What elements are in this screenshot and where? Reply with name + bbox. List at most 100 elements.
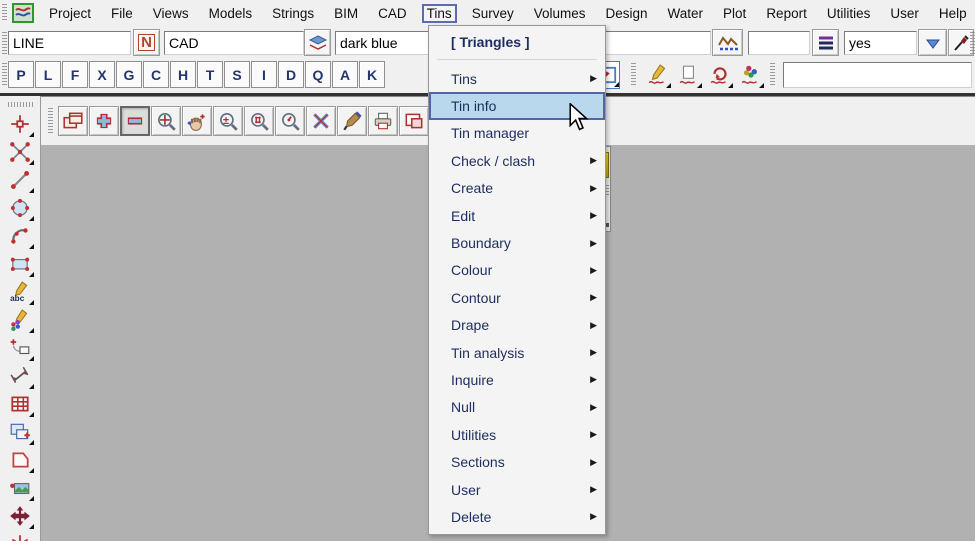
function-key-button[interactable]: C [143, 61, 169, 88]
function-key-button[interactable]: F [62, 61, 88, 88]
tin-picker-button[interactable] [712, 29, 743, 56]
tins-menu-item[interactable]: User ▶ [429, 476, 605, 503]
line-button[interactable] [6, 166, 34, 194]
menubar-item[interactable]: Water [663, 4, 709, 23]
function-key-button[interactable]: A [332, 61, 358, 88]
menubar-item[interactable]: Plot [718, 4, 751, 23]
menubar-item[interactable]: Report [761, 4, 812, 23]
function-key-button[interactable]: H [170, 61, 196, 88]
point-snap-button[interactable] [6, 110, 34, 138]
menubar-item[interactable]: Utilities [822, 4, 876, 23]
draw-string-button[interactable] [644, 61, 671, 89]
copy-window-button[interactable] [399, 106, 429, 136]
function-key-button[interactable]: X [89, 61, 115, 88]
model-input[interactable] [164, 31, 304, 55]
function-key-button[interactable]: K [359, 61, 385, 88]
toolbar-grip[interactable] [8, 102, 34, 107]
views-button[interactable] [58, 106, 88, 136]
fit-view-button[interactable] [151, 106, 181, 136]
tins-menu-item[interactable]: Contour ▶ [429, 284, 605, 311]
point-star-button[interactable] [6, 530, 34, 541]
rectangle-button[interactable] [6, 250, 34, 278]
move-view-button[interactable] [6, 502, 34, 530]
toolbar-grip[interactable] [770, 63, 775, 87]
tins-menu-item[interactable]: Check / clash ▶ [429, 147, 605, 174]
copy-view-button[interactable] [6, 418, 34, 446]
recalc-string-button[interactable] [706, 61, 733, 89]
add-view-button[interactable] [89, 106, 119, 136]
linestyle-picker-button[interactable] [812, 29, 839, 56]
toolbar-grip[interactable] [2, 4, 7, 22]
shrink-view-button[interactable] [120, 106, 150, 136]
tins-menu-item[interactable]: Boundary ▶ [429, 229, 605, 256]
tins-menu-item[interactable]: Null ▶ [429, 394, 605, 421]
function-key-button[interactable]: L [35, 61, 61, 88]
grid-button[interactable] [6, 390, 34, 418]
menubar-item[interactable]: BIM [329, 4, 363, 23]
circle-button[interactable] [6, 194, 34, 222]
tins-menu-item[interactable]: Inquire ▶ [429, 366, 605, 393]
redraw-view-button[interactable] [306, 106, 336, 136]
function-key-button[interactable]: S [224, 61, 250, 88]
menubar-item[interactable]: Survey [467, 4, 519, 23]
menubar-item[interactable]: Project [44, 4, 96, 23]
arc-button[interactable] [6, 222, 34, 250]
zoom-view-button[interactable]: ± [213, 106, 243, 136]
tins-menu-item[interactable]: Sections ▶ [429, 448, 605, 475]
menubar-item[interactable]: Help [934, 4, 972, 23]
menubar-item[interactable]: Strings [267, 4, 319, 23]
tins-menu-item[interactable]: Utilities ▶ [429, 421, 605, 448]
toolbar-grip[interactable] [631, 63, 636, 87]
menubar-item[interactable]: CAD [373, 4, 412, 23]
tins-menu-item[interactable]: Edit ▶ [429, 202, 605, 229]
symbol-button[interactable] [6, 306, 34, 334]
text-icon: abc [10, 281, 28, 303]
menubar-item[interactable]: Volumes [529, 4, 591, 23]
linestyle-input[interactable] [748, 31, 810, 55]
tins-menu-item[interactable]: Create ▶ [429, 175, 605, 202]
tins-menu-item[interactable]: Tins ▶ [429, 65, 605, 92]
text-button[interactable]: abc [6, 278, 34, 306]
toolbar-grip[interactable] [2, 63, 7, 85]
name-input[interactable] [8, 31, 131, 55]
toggle-dropdown-button[interactable] [918, 29, 947, 56]
menubar-item[interactable]: Tins [421, 3, 457, 23]
tins-menu-item[interactable]: Drape ▶ [429, 312, 605, 339]
image-button[interactable] [6, 474, 34, 502]
create-point-button[interactable] [6, 334, 34, 362]
menubar-item[interactable]: File [106, 4, 138, 23]
function-key-button[interactable]: P [8, 61, 34, 88]
cleanup-view-button[interactable] [337, 106, 367, 136]
tin-input[interactable] [603, 31, 711, 55]
tins-menu-item[interactable]: Delete ▶ [429, 503, 605, 530]
toolbar-grip[interactable] [970, 32, 975, 54]
zoom-extent-button[interactable] [244, 106, 274, 136]
plot-view-button[interactable] [368, 106, 398, 136]
toggle-input[interactable] [844, 31, 917, 55]
tins-menu-item[interactable]: Tin analysis ▶ [429, 339, 605, 366]
name-picker-button[interactable]: N [133, 29, 160, 56]
menubar-item[interactable]: Views [148, 4, 194, 23]
command-input[interactable] [783, 62, 972, 88]
menubar-item[interactable]: User [885, 4, 924, 23]
function-key-button[interactable]: G [116, 61, 142, 88]
function-key-button[interactable]: I [251, 61, 277, 88]
toolbar-grip[interactable] [2, 32, 7, 54]
zoom-prev-button[interactable] [275, 106, 305, 136]
polygon-button[interactable] [6, 446, 34, 474]
toolbar-grip[interactable] [48, 108, 53, 134]
function-key-button[interactable]: Q [305, 61, 331, 88]
model-picker-button[interactable] [304, 29, 331, 56]
submenu-arrow-icon: ▶ [590, 292, 597, 303]
menubar-item[interactable]: Design [601, 4, 653, 23]
menu-separator [437, 59, 597, 60]
multi-string-button[interactable] [737, 61, 764, 89]
points-cross-button[interactable] [6, 138, 34, 166]
menubar-item[interactable]: Models [204, 4, 258, 23]
tins-menu-item[interactable]: Colour ▶ [429, 257, 605, 284]
page-string-button[interactable] [675, 61, 702, 89]
measure-button[interactable] [6, 362, 34, 390]
pan-view-button[interactable] [182, 106, 212, 136]
function-key-button[interactable]: T [197, 61, 223, 88]
function-key-button[interactable]: D [278, 61, 304, 88]
